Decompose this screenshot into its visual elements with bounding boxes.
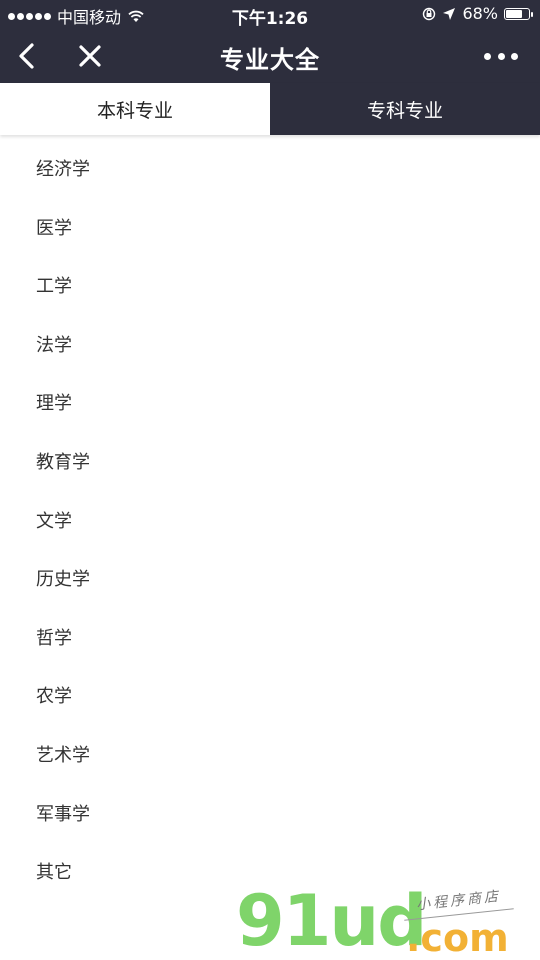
battery-percent: 68% xyxy=(462,4,498,23)
list-item[interactable]: 医学 xyxy=(0,200,540,259)
battery-level xyxy=(506,9,523,18)
list-item[interactable]: 法学 xyxy=(0,317,540,376)
watermark-domain: .com xyxy=(406,916,509,960)
list-item[interactable]: 农学 xyxy=(0,668,540,727)
location-arrow-icon xyxy=(443,7,456,20)
list-item[interactable]: 经济学 xyxy=(0,141,540,200)
status-right: 68% xyxy=(422,4,533,23)
list-item[interactable]: 理学 xyxy=(0,375,540,434)
major-list: 经济学 医学 工学 法学 理学 教育学 文学 历史学 哲学 农学 艺术学 军事学… xyxy=(0,141,540,903)
list-item[interactable]: 工学 xyxy=(0,258,540,317)
status-bar: 中国移动 下午1:26 68% xyxy=(0,0,540,29)
list-item[interactable]: 艺术学 xyxy=(0,727,540,786)
watermark: 91ud 小程序商店 .com xyxy=(236,880,536,960)
list-item[interactable]: 历史学 xyxy=(0,551,540,610)
list-item[interactable]: 军事学 xyxy=(0,786,540,845)
list-item[interactable]: 教育学 xyxy=(0,434,540,493)
more-icon[interactable] xyxy=(484,42,518,70)
battery-icon xyxy=(504,7,533,20)
list-item[interactable]: 文学 xyxy=(0,493,540,552)
orientation-lock-icon xyxy=(423,7,436,20)
screen: 中国移动 下午1:26 68% 专业大全 本科专业 专科专业 经济学 医学 工学… xyxy=(0,0,540,960)
list-item[interactable]: 哲学 xyxy=(0,610,540,669)
page-title: 专业大全 xyxy=(220,46,320,74)
tab-undergraduate-majors[interactable]: 本科专业 xyxy=(0,83,270,135)
nav-bar: 专业大全 xyxy=(0,28,540,83)
tab-bar: 本科专业 专科专业 xyxy=(0,83,540,135)
tab-vocational-majors[interactable]: 专科专业 xyxy=(270,83,540,135)
watermark-logo: 91ud xyxy=(236,880,427,960)
